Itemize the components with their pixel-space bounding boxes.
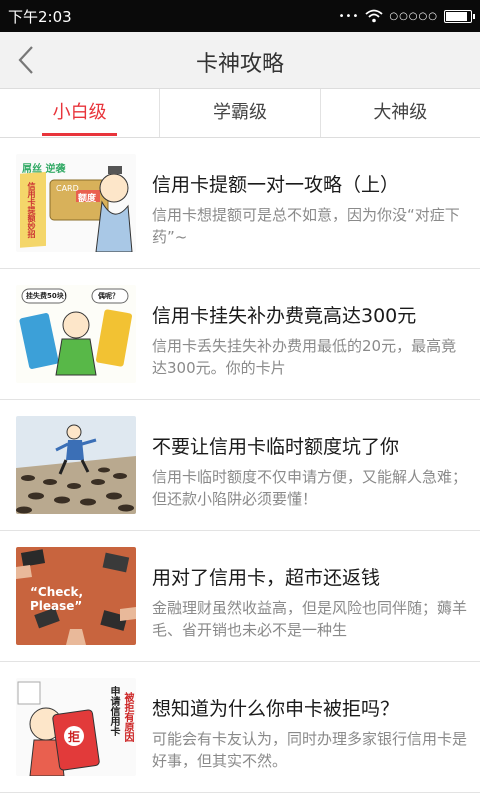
article-thumbnail: 申请信用卡 被拒有原因 拒 <box>16 678 136 776</box>
article-thumbnail: “Check, Please” <box>16 547 136 645</box>
status-icons: ••• ○○○○○ <box>338 0 475 32</box>
thumb-caption: 拒 <box>68 730 81 744</box>
status-bar: 下午2:03 ••• ○○○○○ <box>0 0 480 32</box>
thumb-caption: 被拒有原因 <box>122 692 133 742</box>
article-summary: 信用卡想提额可是总不如意，因为你没“对症下药”~ <box>152 206 460 246</box>
list-item[interactable]: 申请信用卡 被拒有原因 拒 想知道为什么你申卡被拒吗？ 可能会有卡友认为，同时办… <box>0 662 480 793</box>
notification-dots-icon: ••• <box>338 10 360 22</box>
list-item[interactable]: “Check, Please” 用对了信用卡，超市还返钱 金融理财虽然收益高，但… <box>0 531 480 662</box>
active-tab-indicator <box>42 133 118 136</box>
thumb-caption: “Check, Please” <box>30 585 84 613</box>
list-item[interactable]: 屌丝 逆袭 CARD 额度 信用卡提额妙招 信用卡提额一对一攻略（上） 信用卡想… <box>0 138 480 269</box>
tab-beginner[interactable]: 小白级 <box>0 89 159 137</box>
article-thumbnail: 挂失费50块！ 偶呢？ <box>16 285 136 383</box>
thumb-caption: 屌丝 逆袭 <box>22 164 66 175</box>
article-title: 想知道为什么你申卡被拒吗？ <box>152 698 400 720</box>
pitfall-cartoon-image <box>16 416 136 514</box>
article-summary: 信用卡丢失挂失补办费用最低的20元，最高竟达300元。你的卡片 <box>152 337 457 377</box>
article-summary: 信用卡临时额度不仅申请方便，又能解人急难；但还款小陷阱必须要懂！ <box>152 468 468 508</box>
page-title: 卡神攻略 <box>195 52 284 77</box>
article-title: 信用卡挂失补办费竟高达300元 <box>152 305 417 327</box>
level-tabs: 小白级 学霸级 大神级 <box>0 88 480 138</box>
thumb-caption: 申请信用卡 <box>108 686 119 736</box>
article-thumbnail <box>16 416 136 514</box>
wifi-icon <box>365 9 383 23</box>
article-list: 屌丝 逆袭 CARD 额度 信用卡提额妙招 信用卡提额一对一攻略（上） 信用卡想… <box>0 138 480 793</box>
tab-scholar[interactable]: 学霸级 <box>159 89 319 137</box>
article-thumbnail: 屌丝 逆袭 CARD 额度 信用卡提额妙招 <box>16 154 136 252</box>
signal-icon: ○○○○○ <box>389 10 438 22</box>
thumb-caption: 额度 <box>78 194 97 204</box>
status-time: 下午2:03 <box>8 8 72 26</box>
article-title: 信用卡提额一对一攻略（上） <box>152 174 400 196</box>
article-title: 不要让信用卡临时额度坑了你 <box>152 436 400 458</box>
article-summary: 金融理财虽然收益高，但是风险也同伴随；薅羊毛、省开销也未必不是一种生 <box>152 599 468 639</box>
tab-label: 学霸级 <box>212 102 267 123</box>
list-item[interactable]: 挂失费50块！ 偶呢？ 信用卡挂失补办费竟高达300元 信用卡丢失挂失补办费用最… <box>0 269 480 400</box>
article-title: 用对了信用卡，超市还返钱 <box>152 567 381 589</box>
tab-label: 小白级 <box>52 102 107 123</box>
tab-master[interactable]: 大神级 <box>319 89 480 137</box>
battery-icon <box>444 9 475 23</box>
thumb-caption: 偶呢？ <box>98 292 119 300</box>
thumb-caption: CARD <box>56 184 79 193</box>
article-summary: 可能会有卡友认为，同时办理多家银行信用卡是好事，但其实不然。 <box>152 730 468 770</box>
list-item[interactable]: 不要让信用卡临时额度坑了你 信用卡临时额度不仅申请方便，又能解人急难；但还款小陷… <box>0 400 480 531</box>
title-bar: 卡神攻略 <box>0 32 480 88</box>
thumb-caption: 挂失费50块！ <box>26 292 71 300</box>
tab-label: 大神级 <box>373 102 428 123</box>
thumb-caption: 信用卡提额妙招 <box>27 182 36 238</box>
